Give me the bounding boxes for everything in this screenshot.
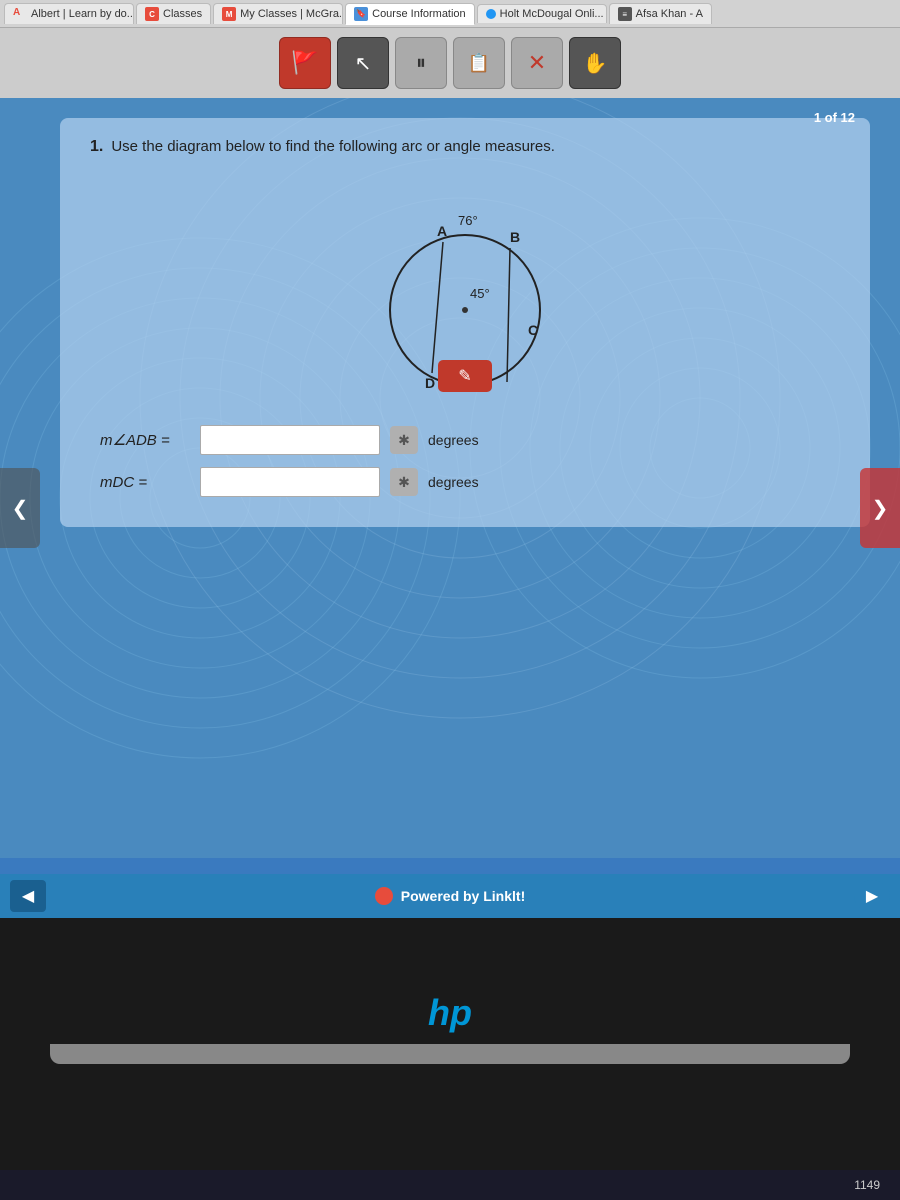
svg-text:45°: 45° bbox=[470, 286, 490, 301]
svg-text:B: B bbox=[510, 229, 520, 245]
question-counter: 1 of 12 bbox=[814, 110, 855, 125]
tab-albert[interactable]: A Albert | Learn by do... bbox=[4, 3, 134, 24]
tab-course[interactable]: 🔖 Course Information bbox=[345, 3, 475, 25]
taskbar: 1149 bbox=[0, 1170, 900, 1200]
unit-mdc: degrees bbox=[428, 474, 479, 490]
input-mdc[interactable] bbox=[200, 467, 380, 497]
tab-classes-label: Classes bbox=[163, 8, 202, 20]
next-button[interactable]: ▶ bbox=[854, 880, 890, 912]
holt-dot-icon bbox=[486, 9, 496, 19]
linkit-logo-icon bbox=[375, 887, 393, 905]
flag-button[interactable]: 🚩 bbox=[279, 37, 331, 89]
tab-holt-label: Holt McDougal Onli... bbox=[500, 8, 604, 20]
question-text: Use the diagram below to find the follow… bbox=[111, 138, 555, 155]
svg-text:✎: ✎ bbox=[458, 368, 471, 385]
tab-mcgra[interactable]: M My Classes | McGra... bbox=[213, 3, 343, 24]
close-icon: ✕ bbox=[528, 50, 546, 76]
question-number: 1. bbox=[90, 138, 103, 156]
taskbar-time: 1149 bbox=[854, 1178, 880, 1192]
cursor-button[interactable]: ↖ bbox=[337, 37, 389, 89]
tab-afsa-label: Afsa Khan - A bbox=[636, 8, 703, 20]
cursor-icon: ↖ bbox=[355, 51, 372, 76]
close-button[interactable]: ✕ bbox=[511, 37, 563, 89]
powered-by-text: Powered by Linklt! bbox=[401, 888, 525, 904]
list-icon: 📋 bbox=[468, 53, 490, 74]
diagram-area: A B C D 76° 45° ✎ bbox=[90, 190, 840, 405]
tab-mcgra-label: My Classes | McGra... bbox=[240, 8, 343, 20]
main-content: 1 of 12 1. Use the diagram below to find… bbox=[0, 98, 900, 918]
laptop-base bbox=[50, 1044, 850, 1064]
answer-row-adb: m∠ADB = ✱ degrees bbox=[100, 425, 830, 455]
label-madb: m∠ADB = bbox=[100, 431, 190, 449]
nav-left-arrow[interactable]: ❮ bbox=[0, 468, 40, 548]
hp-logo: hp bbox=[428, 992, 472, 1034]
next-icon: ▶ bbox=[866, 886, 878, 906]
prev-icon: ◀ bbox=[22, 886, 34, 906]
hand-button[interactable]: ✋ bbox=[569, 37, 621, 89]
label-mdc: mDC = bbox=[100, 474, 190, 491]
pause-button[interactable]: ⏸ bbox=[395, 37, 447, 89]
input-madb[interactable] bbox=[200, 425, 380, 455]
course-tab-icon: 🔖 bbox=[354, 7, 368, 21]
pause-icon: ⏸ bbox=[416, 52, 426, 75]
svg-text:76°: 76° bbox=[458, 213, 478, 228]
tab-bar: A Albert | Learn by do... C Classes M My… bbox=[0, 0, 900, 28]
nav-right-arrow[interactable]: ❯ bbox=[860, 468, 900, 548]
geometry-diagram: A B C D 76° 45° ✎ bbox=[355, 190, 575, 400]
tab-classes[interactable]: C Classes bbox=[136, 3, 211, 24]
unit-madb: degrees bbox=[428, 432, 479, 448]
classes-tab-icon: C bbox=[145, 7, 159, 21]
answer-section: m∠ADB = ✱ degrees mDC = ✱ degrees bbox=[90, 425, 840, 497]
mcgra-tab-icon: M bbox=[222, 7, 236, 21]
svg-text:A: A bbox=[437, 223, 447, 239]
prev-button[interactable]: ◀ bbox=[10, 880, 46, 912]
answer-row-dc: mDC = ✱ degrees bbox=[100, 467, 830, 497]
list-button[interactable]: 📋 bbox=[453, 37, 505, 89]
albert-tab-icon: A bbox=[13, 7, 27, 21]
bottom-navigation-bar: ◀ Powered by Linklt! ▶ bbox=[0, 874, 900, 918]
svg-text:D: D bbox=[425, 375, 435, 391]
svg-text:C: C bbox=[528, 322, 538, 338]
left-chevron-icon: ❮ bbox=[12, 496, 29, 521]
badge-madb: ✱ bbox=[390, 426, 418, 454]
hand-icon: ✋ bbox=[583, 51, 608, 76]
toolbar: 🚩 ↖ ⏸ 📋 ✕ ✋ bbox=[0, 28, 900, 98]
tab-afsa[interactable]: ≡ Afsa Khan - A bbox=[609, 3, 712, 24]
right-chevron-icon: ❯ bbox=[872, 496, 889, 521]
afsa-tab-icon: ≡ bbox=[618, 7, 632, 21]
tab-holt[interactable]: Holt McDougal Onli... bbox=[477, 4, 607, 23]
question-card: 1. Use the diagram below to find the fol… bbox=[60, 118, 870, 527]
badge-mdc: ✱ bbox=[390, 468, 418, 496]
laptop-body: hp bbox=[0, 918, 900, 1138]
tab-albert-label: Albert | Learn by do... bbox=[31, 8, 134, 20]
flag-icon: 🚩 bbox=[291, 50, 318, 76]
tab-course-label: Course Information bbox=[372, 8, 466, 20]
